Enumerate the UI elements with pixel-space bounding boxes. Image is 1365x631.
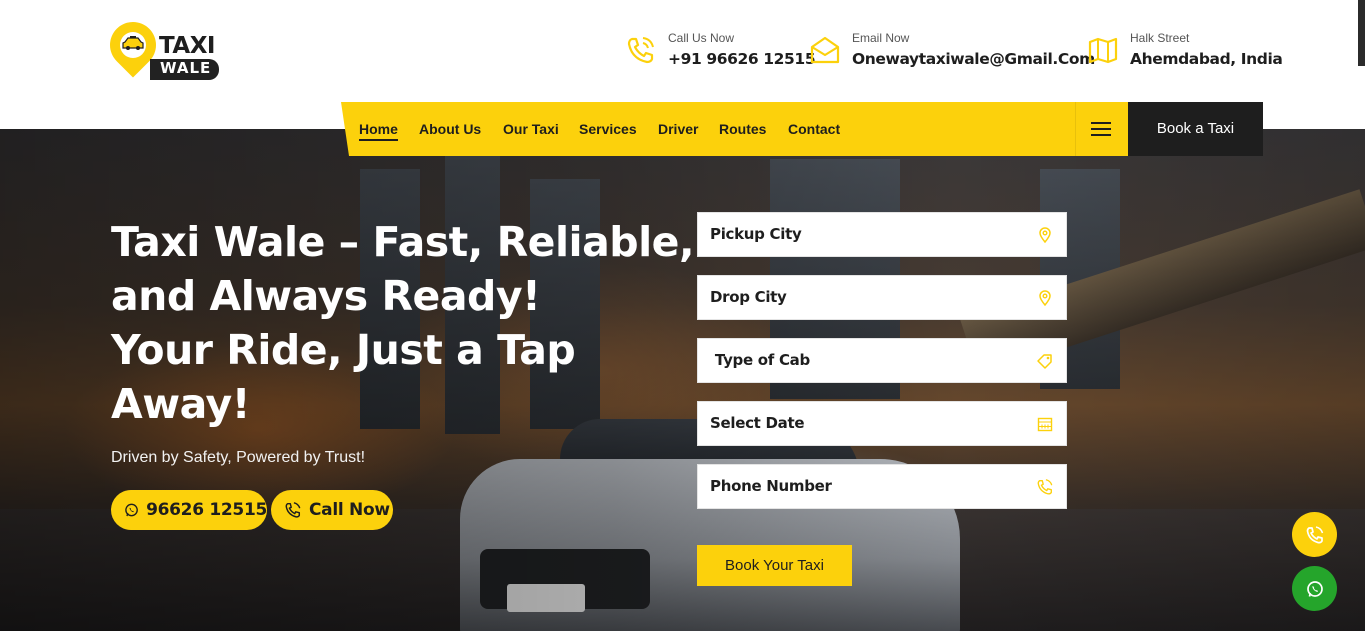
hero-title-line: Taxi Wale – Fast, Reliable,: [111, 218, 695, 266]
contact-address-label: Halk Street: [1130, 31, 1190, 45]
nav-link-home[interactable]: Home: [359, 122, 398, 141]
contact-phone[interactable]: Call Us Now +91 96626 12515: [625, 31, 816, 72]
nav-link-contact[interactable]: Contact: [788, 122, 840, 136]
nav-link-services[interactable]: Services: [579, 122, 637, 136]
contact-address-value: Ahemdabad, India: [1130, 50, 1283, 68]
cab-type-label: Type of Cab: [710, 351, 810, 369]
drop-city-label: Drop City: [710, 288, 787, 306]
hero-title-line: Away!: [111, 380, 250, 428]
drop-city-field[interactable]: Drop City: [697, 275, 1067, 320]
hero-title-line: Your Ride, Just a Tap: [111, 326, 576, 374]
call-now-button[interactable]: Call Now: [271, 490, 393, 530]
whatsapp-icon: [1306, 580, 1323, 597]
logo-text-top: TAXI: [159, 33, 216, 59]
hero-title-line: and Always Ready!: [111, 272, 541, 320]
site-logo[interactable]: TAXI WALE: [100, 12, 222, 82]
floating-call-button[interactable]: [1292, 512, 1337, 557]
location-pin-icon: [1039, 290, 1051, 307]
hero-title: Taxi Wale – Fast, Reliable, and Always R…: [111, 215, 695, 431]
whatsapp-number-text: 96626 12515: [146, 499, 267, 520]
contact-phone-label: Call Us Now: [668, 31, 735, 45]
contact-phone-value[interactable]: +91 96626 12515: [668, 51, 816, 68]
whatsapp-icon: [125, 503, 138, 517]
location-pin-icon: [1039, 227, 1051, 244]
page-scrollbar[interactable]: [1358, 0, 1365, 66]
select-date-label: Select Date: [710, 414, 805, 432]
contact-email-value[interactable]: Onewaytaxiwale@Gmail.Com: [852, 51, 1095, 68]
map-icon: [1088, 37, 1118, 64]
main-nav: Home About Us Our Taxi Services Driver R…: [341, 102, 1129, 156]
phone-ring-icon: [285, 502, 301, 518]
nav-divider: [1075, 102, 1076, 156]
book-a-taxi-button[interactable]: Book a Taxi: [1128, 102, 1263, 156]
phone-ring-icon: [627, 37, 654, 64]
phone-ring-icon: [1306, 525, 1323, 543]
hero-section: Taxi Wale – Fast, Reliable, and Always R…: [0, 129, 1365, 631]
floating-whatsapp-button[interactable]: [1292, 566, 1337, 611]
select-date-field[interactable]: Select Date: [697, 401, 1067, 446]
phone-number-label: Phone Number: [710, 477, 832, 495]
whatsapp-number-button[interactable]: 96626 12515: [111, 490, 267, 530]
nav-link-about[interactable]: About Us: [419, 122, 481, 136]
contact-email-label: Email Now: [852, 31, 910, 45]
pickup-city-label: Pickup City: [710, 225, 802, 243]
calendar-icon: [1037, 417, 1053, 432]
book-your-taxi-button[interactable]: Book Your Taxi: [697, 545, 852, 586]
nav-link-our-taxi[interactable]: Our Taxi: [503, 122, 559, 136]
phone-ring-icon: [1037, 479, 1053, 495]
taxi-car-icon: [122, 36, 144, 50]
contact-email[interactable]: Email Now Onewaytaxiwale@Gmail.Com: [809, 31, 1095, 72]
envelope-icon: [810, 36, 840, 64]
call-now-label: Call Now: [309, 499, 390, 520]
hero-subtitle: Driven by Safety, Powered by Trust!: [111, 449, 366, 466]
cab-type-select[interactable]: Type of Cab: [697, 338, 1067, 383]
nav-link-routes[interactable]: Routes: [719, 122, 766, 136]
tag-icon: [1037, 354, 1052, 369]
nav-link-driver[interactable]: Driver: [658, 122, 698, 136]
contact-address: Halk Street Ahemdabad, India: [1087, 31, 1283, 72]
pickup-city-field[interactable]: Pickup City: [697, 212, 1067, 257]
logo-text-bottom: WALE: [160, 59, 212, 77]
hamburger-icon[interactable]: [1091, 119, 1113, 139]
phone-number-field[interactable]: Phone Number: [697, 464, 1067, 509]
